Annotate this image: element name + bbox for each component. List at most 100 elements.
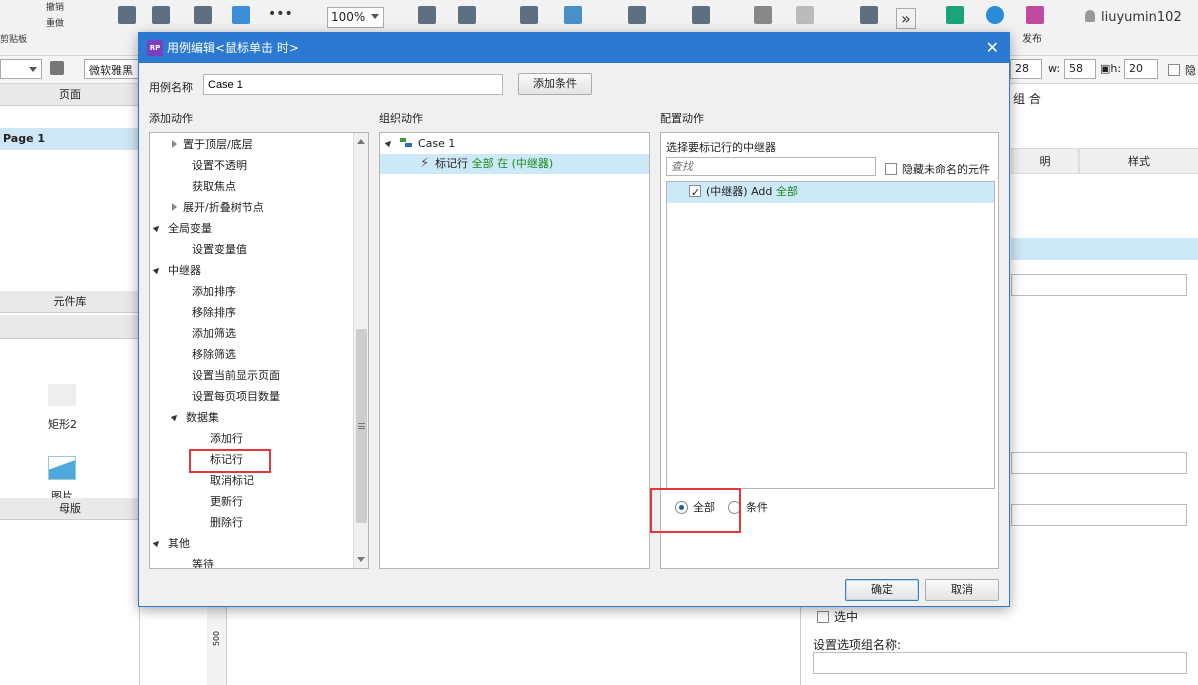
select-repeater-label: 选择要标记行的中继器: [666, 141, 776, 154]
repeater-item-name: (中继器) Add: [706, 185, 773, 198]
width-input[interactable]: 58: [1064, 59, 1096, 79]
property-select-2[interactable]: [1011, 452, 1187, 474]
tree-item[interactable]: 置于顶层/底层: [172, 135, 253, 155]
publish-icon[interactable]: [1026, 6, 1044, 24]
hide-checkbox[interactable]: 隐: [1168, 62, 1196, 78]
tree-item[interactable]: 添加筛选: [192, 324, 236, 344]
checkbox-icon: [885, 163, 897, 175]
left-panel-icon[interactable]: [860, 6, 878, 24]
cancel-button[interactable]: 取消: [925, 579, 999, 601]
hide-unnamed-checkbox[interactable]: 隐藏未命名的元件: [885, 161, 990, 177]
tree-item[interactable]: 等待: [192, 555, 214, 569]
distribute-icon[interactable]: [692, 6, 710, 24]
zoom-select[interactable]: 100%: [327, 7, 384, 28]
case-name-input[interactable]: [203, 74, 503, 95]
pen-icon[interactable]: [232, 6, 250, 24]
repeater-item[interactable]: (中继器) Add 全部: [689, 182, 798, 203]
tree-item-label: 添加排序: [192, 285, 236, 298]
point-icon[interactable]: [194, 6, 212, 24]
tree-item[interactable]: 添加行: [210, 429, 243, 449]
twisty-closed-icon[interactable]: [172, 203, 177, 211]
tree-item[interactable]: 设置当前显示页面: [192, 366, 280, 386]
case-node[interactable]: Case 1: [384, 134, 455, 154]
scroll-up-icon[interactable]: [357, 139, 365, 144]
tree-item[interactable]: 全局变量: [152, 219, 212, 239]
tree-item-label: 等待: [192, 558, 214, 569]
repeater-list[interactable]: (中继器) Add 全部: [666, 181, 995, 489]
twisty-open-icon[interactable]: [152, 223, 162, 233]
top-layer-icon[interactable]: [418, 6, 436, 24]
redo-button[interactable]: 重做: [46, 16, 64, 29]
checkbox-icon: [817, 611, 829, 623]
tree-scrollbar[interactable]: [353, 133, 368, 568]
tree-item[interactable]: 数据集: [170, 408, 219, 428]
tab-style[interactable]: 样式: [1079, 148, 1198, 174]
select-icon[interactable]: [118, 6, 136, 24]
scroll-thumb[interactable]: [356, 329, 367, 523]
font-select[interactable]: 微软雅黑: [84, 59, 140, 79]
ungroup-icon[interactable]: [564, 6, 582, 24]
height-input[interactable]: 20: [1124, 59, 1158, 79]
share-cloud-icon[interactable]: [986, 6, 1004, 24]
unlock-icon[interactable]: [796, 6, 814, 24]
twisty-open-icon[interactable]: [152, 538, 162, 548]
scroll-down-icon[interactable]: [357, 557, 365, 562]
align-left-icon[interactable]: [628, 6, 646, 24]
tree-item[interactable]: 获取焦点: [192, 177, 236, 197]
twisty-closed-icon[interactable]: [172, 140, 177, 148]
undo-button[interactable]: 撤销: [46, 0, 64, 13]
bottom-layer-icon[interactable]: [458, 6, 476, 24]
lock-ratio-icon[interactable]: ▣: [1100, 62, 1110, 75]
tree-item[interactable]: 移除筛选: [192, 345, 236, 365]
add-condition-button[interactable]: 添加条件: [518, 73, 592, 95]
style-select[interactable]: [0, 59, 42, 79]
overflow-chevron-icon[interactable]: »: [896, 8, 916, 29]
hide-unnamed-label: 隐藏未命名的元件: [902, 163, 990, 176]
connect-icon[interactable]: [152, 6, 170, 24]
twisty-open-icon[interactable]: [170, 412, 180, 422]
radio-group-name-select[interactable]: [813, 652, 1187, 674]
tree-item[interactable]: 展开/折叠树节点: [172, 198, 264, 218]
lock-icon[interactable]: [754, 6, 772, 24]
property-select-1[interactable]: [1011, 274, 1187, 296]
group-icon[interactable]: [520, 6, 538, 24]
actions-tree[interactable]: 置于顶层/底层 设置不透明获取焦点展开/折叠树节点 全局变量 设置变量值 中继器添加排序…: [149, 132, 369, 569]
tree-item[interactable]: 中继器: [152, 261, 201, 281]
tree-item[interactable]: 取消标记: [210, 471, 254, 491]
publish-button[interactable]: 发布: [1022, 30, 1042, 45]
page-item-page1[interactable]: Page 1: [0, 128, 140, 150]
tree-item[interactable]: 添加排序: [192, 282, 236, 302]
tree-item[interactable]: 删除行: [210, 513, 243, 533]
tree-item[interactable]: 移除排序: [192, 303, 236, 323]
close-icon[interactable]: ✕: [986, 33, 999, 63]
rectangle-widget-icon[interactable]: [48, 384, 76, 406]
checkbox-checked-icon[interactable]: [689, 183, 701, 203]
selected-row[interactable]: [1011, 238, 1198, 260]
tree-item[interactable]: 设置不透明: [192, 156, 247, 176]
widgets-search-bar[interactable]: [0, 315, 140, 339]
checkbox-icon: [1168, 64, 1180, 76]
tree-item[interactable]: 设置每页项目数量: [192, 387, 280, 407]
organize-actions-panel[interactable]: Case 1 ⚡ 标记行 全部 在 (中继器): [379, 132, 650, 569]
design-canvas[interactable]: [140, 600, 800, 685]
property-input[interactable]: [1011, 504, 1187, 526]
tree-item-label: 获取焦点: [192, 180, 236, 193]
preview-icon[interactable]: [946, 6, 964, 24]
format-paint-icon[interactable]: [50, 61, 64, 75]
twisty-open-icon[interactable]: [152, 265, 162, 275]
ok-button[interactable]: 确定: [845, 579, 919, 601]
tree-item-label: 数据集: [186, 411, 219, 424]
user-account[interactable]: liuyumin102: [1085, 10, 1182, 25]
tree-item[interactable]: 更新行: [210, 492, 243, 512]
tree-item[interactable]: 其他: [152, 534, 190, 554]
more-icon[interactable]: •••: [268, 6, 293, 22]
tree-item[interactable]: 设置变量值: [192, 240, 247, 260]
case-editor-dialog: RP 用例编辑<鼠标单击 时> ✕ 用例名称 添加条件 添加动作 组织动作 配置…: [138, 32, 1010, 607]
action-node[interactable]: ⚡ 标记行 全部 在 (中继器): [420, 154, 553, 174]
selected-checkbox[interactable]: 选中: [817, 608, 858, 625]
y-input[interactable]: 28: [1010, 59, 1042, 79]
tab-notes[interactable]: 明: [1011, 148, 1079, 174]
search-input[interactable]: [666, 157, 876, 176]
w-label: w:: [1048, 62, 1061, 75]
image-widget-icon[interactable]: [48, 456, 76, 480]
